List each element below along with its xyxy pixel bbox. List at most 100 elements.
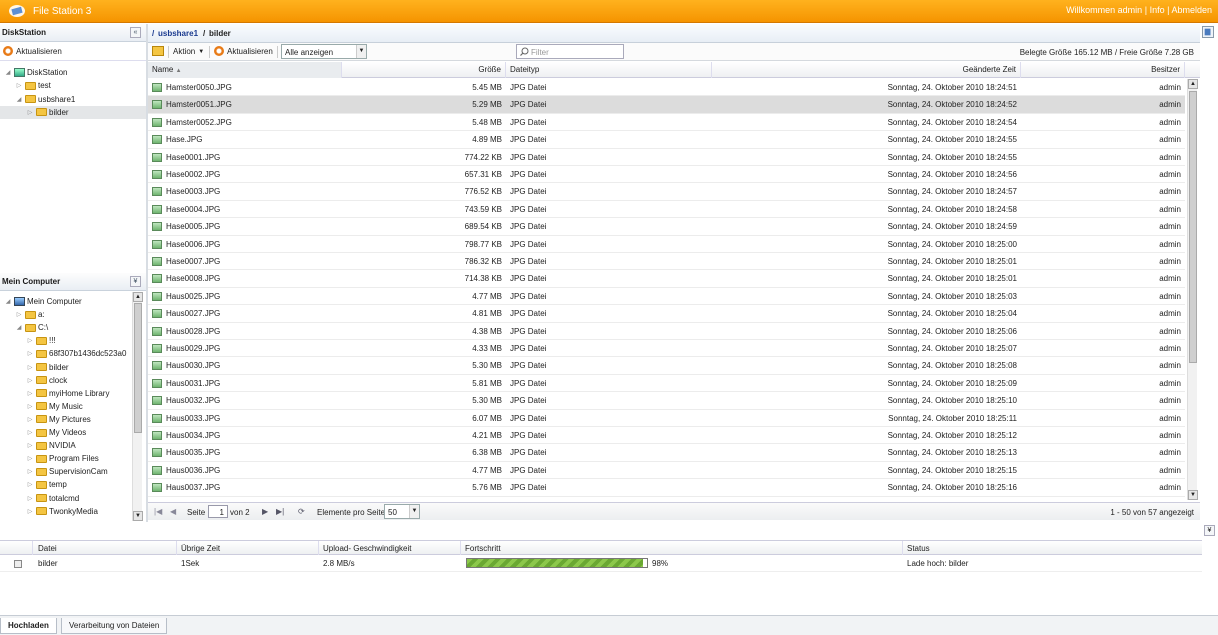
file-grid-scrollbar[interactable]: ▲ ▼ bbox=[1187, 79, 1198, 500]
scroll-thumb[interactable] bbox=[134, 303, 142, 433]
table-row[interactable]: Hase0007.JPG 786.32 KB JPG Datei Sonntag, 2… bbox=[148, 253, 1185, 271]
table-row[interactable]: Haus0032.JPG 5.30 MB JPG Datei Sonntag, 24.… bbox=[148, 392, 1185, 410]
table-row[interactable]: Hase0008.JPG 714.38 KB JPG Datei Sonntag, 2… bbox=[148, 270, 1185, 288]
per-page-select[interactable]: 50 ▼ bbox=[384, 504, 420, 519]
tree-item[interactable]: ▷ test bbox=[15, 79, 51, 92]
tree-item[interactable]: ▷ SupervisionCam bbox=[26, 465, 108, 478]
tree-item[interactable]: ▷ totalcmd bbox=[26, 492, 80, 505]
expand-toggle-icon[interactable]: ▷ bbox=[26, 481, 34, 488]
first-page-icon[interactable]: |◀ bbox=[154, 507, 162, 516]
expand-toggle-icon[interactable]: ▷ bbox=[26, 337, 34, 344]
expand-toggle-icon[interactable]: ◢ bbox=[4, 69, 12, 76]
table-row[interactable]: Hase0002.JPG 657.31 KB JPG Datei Sonntag, 2… bbox=[148, 166, 1185, 184]
table-row[interactable]: Haus0034.JPG 4.21 MB JPG Datei Sonntag, 24.… bbox=[148, 427, 1185, 445]
breadcrumb-share[interactable]: usbshare1 bbox=[158, 29, 198, 38]
table-row[interactable]: Hamster0050.JPG 5.45 MB JPG Datei Sonntag, … bbox=[148, 79, 1185, 97]
table-row[interactable]: Haus0029.JPG 4.33 MB JPG Datei Sonntag, 24.… bbox=[148, 340, 1185, 358]
tree-item[interactable]: ▷ temp bbox=[26, 478, 67, 491]
table-row[interactable]: Haus0031.JPG 5.81 MB JPG Datei Sonntag, 24.… bbox=[148, 375, 1185, 393]
tab-file-processing[interactable]: Verarbeitung von Dateien bbox=[61, 618, 168, 634]
main-refresh-button[interactable]: Aktualisieren bbox=[214, 46, 273, 56]
tree-item[interactable]: ▷ Program Files bbox=[26, 452, 99, 465]
expand-toggle-icon[interactable]: ▷ bbox=[26, 429, 34, 436]
column-name[interactable]: Name ▲ bbox=[148, 62, 342, 78]
table-row[interactable]: Hase0004.JPG 743.59 KB JPG Datei Sonntag, 2… bbox=[148, 201, 1185, 219]
expand-toggle-icon[interactable]: ▷ bbox=[26, 390, 34, 397]
table-row[interactable]: Haus0033.JPG 6.07 MB JPG Datei Sonntag, 24.… bbox=[148, 410, 1185, 427]
table-row[interactable]: Haus0030.JPG 5.30 MB JPG Datei Sonntag, 24.… bbox=[148, 357, 1185, 375]
folder-up-icon[interactable] bbox=[152, 46, 164, 56]
expand-toggle-icon[interactable]: ▷ bbox=[26, 403, 34, 410]
cancel-upload-icon[interactable] bbox=[14, 560, 22, 568]
column-owner[interactable]: Besitzer bbox=[1021, 62, 1185, 78]
book-icon[interactable] bbox=[1202, 26, 1214, 38]
expand-toggle-icon[interactable]: ▷ bbox=[26, 364, 34, 371]
next-page-icon[interactable]: ▶ bbox=[262, 507, 268, 516]
table-row[interactable]: Hamster0052.JPG 5.48 MB JPG Datei Sonntag, … bbox=[148, 114, 1185, 132]
scroll-up-button[interactable]: ▲ bbox=[1188, 79, 1198, 89]
expand-toggle-icon[interactable]: ▷ bbox=[15, 82, 23, 89]
expand-toggle-icon[interactable]: ▷ bbox=[26, 455, 34, 462]
tree-item[interactable]: ▷!!! bbox=[26, 334, 56, 347]
upload-column-progress[interactable]: Fortschritt bbox=[465, 544, 501, 553]
diskstation-refresh-button[interactable]: Aktualisieren bbox=[3, 46, 62, 56]
expand-toggle-icon[interactable]: ◢ bbox=[4, 298, 12, 305]
expand-toggle-icon[interactable]: ▷ bbox=[26, 442, 34, 449]
mycomputer-scrollbar[interactable]: ▲ ▼ bbox=[132, 292, 143, 521]
scroll-thumb[interactable] bbox=[1189, 91, 1197, 363]
expand-toggle-icon[interactable]: ◢ bbox=[15, 96, 23, 103]
prev-page-icon[interactable]: ◀ bbox=[170, 507, 176, 516]
tree-item[interactable]: ▷ My Music bbox=[26, 400, 83, 413]
tab-upload[interactable]: Hochladen bbox=[0, 618, 57, 634]
scroll-up-button[interactable]: ▲ bbox=[133, 292, 143, 302]
expand-toggle-icon[interactable]: ◢ bbox=[15, 324, 23, 331]
tree-item[interactable]: ◢ DiskStation bbox=[4, 66, 67, 79]
collapse-upload-panel-button[interactable]: ¥ bbox=[1204, 525, 1215, 536]
upload-column-file[interactable]: Datei bbox=[38, 544, 57, 553]
info-link[interactable]: Info bbox=[1150, 5, 1165, 15]
table-row[interactable]: Haus0025.JPG 4.77 MB JPG Datei Sonntag, 24.… bbox=[148, 288, 1185, 306]
tree-item[interactable]: ▷ a: bbox=[15, 308, 45, 321]
tree-item[interactable]: ▷ TwonkyMedia bbox=[26, 505, 98, 518]
tree-item[interactable]: ▷ myiHome Library bbox=[26, 387, 110, 400]
expand-toggle-icon[interactable]: ▷ bbox=[26, 468, 34, 475]
filter-input[interactable]: Filter bbox=[516, 44, 624, 59]
last-page-icon[interactable]: ▶| bbox=[276, 507, 284, 516]
scroll-down-button[interactable]: ▼ bbox=[133, 511, 143, 521]
collapse-left-panel-button[interactable]: « bbox=[130, 27, 141, 38]
table-row[interactable]: Hase0005.JPG 689.54 KB JPG Datei Sonntag, 2… bbox=[148, 218, 1185, 236]
chevron-down-icon[interactable]: ▼ bbox=[356, 45, 366, 58]
upload-column-remaining[interactable]: Übrige Zeit bbox=[181, 544, 220, 553]
tree-item[interactable]: ◢ usbshare1 bbox=[15, 93, 76, 106]
upload-column-status[interactable]: Status bbox=[907, 544, 930, 553]
logout-link[interactable]: Abmelden bbox=[1171, 5, 1212, 15]
expand-toggle-icon[interactable]: ▷ bbox=[26, 495, 34, 502]
action-menu-button[interactable]: Aktion ▼ bbox=[173, 47, 204, 56]
table-row[interactable]: Hase0001.JPG 774.22 KB JPG Datei Sonntag, 2… bbox=[148, 149, 1185, 166]
expand-toggle-icon[interactable]: ▷ bbox=[15, 311, 23, 318]
column-modified[interactable]: Geänderte Zeit bbox=[712, 62, 1021, 78]
tree-item[interactable]: ▷ bilder bbox=[26, 361, 69, 374]
table-row[interactable]: Haus0037.JPG 5.76 MB JPG Datei Sonntag, 24.… bbox=[148, 479, 1185, 497]
expand-toggle-icon[interactable]: ▷ bbox=[26, 109, 34, 116]
page-number-input[interactable]: 1 bbox=[208, 505, 228, 518]
column-size[interactable]: Größe bbox=[342, 62, 506, 78]
tree-item[interactable]: ▷ clock bbox=[26, 374, 68, 387]
table-row[interactable]: Haus0028.JPG 4.38 MB JPG Datei Sonntag, 24.… bbox=[148, 323, 1185, 340]
tree-item[interactable]: ▷ bilder bbox=[0, 105, 146, 119]
table-row[interactable]: Hamster0051.JPG 5.29 MB JPG Datei Sonntag, … bbox=[148, 96, 1185, 114]
scroll-down-button[interactable]: ▼ bbox=[1188, 490, 1198, 500]
table-row[interactable]: Hase0006.JPG 798.77 KB JPG Datei Sonntag, 2… bbox=[148, 236, 1185, 253]
tree-item[interactable]: ▷ My Pictures bbox=[26, 413, 91, 426]
tree-item[interactable]: ▷ My Videos bbox=[26, 426, 87, 439]
expand-toggle-icon[interactable]: ▷ bbox=[26, 508, 34, 515]
table-row[interactable]: Haus0036.JPG 4.77 MB JPG Datei Sonntag, 24.… bbox=[148, 462, 1185, 480]
view-select[interactable]: Alle anzeigen ▼ bbox=[281, 44, 367, 59]
table-row[interactable]: Hase0003.JPG 776.52 KB JPG Datei Sonntag, 2… bbox=[148, 183, 1185, 201]
expand-toggle-icon[interactable]: ▷ bbox=[26, 350, 34, 357]
tree-item[interactable]: ▷ 68f307b1436dc523a0 bbox=[26, 347, 127, 360]
breadcrumb-root[interactable]: / bbox=[152, 29, 154, 38]
tree-item[interactable]: ▷ NVIDIA bbox=[26, 439, 76, 452]
column-type[interactable]: Dateityp bbox=[506, 62, 712, 78]
tree-item[interactable]: ◢ C:\ bbox=[15, 321, 49, 334]
